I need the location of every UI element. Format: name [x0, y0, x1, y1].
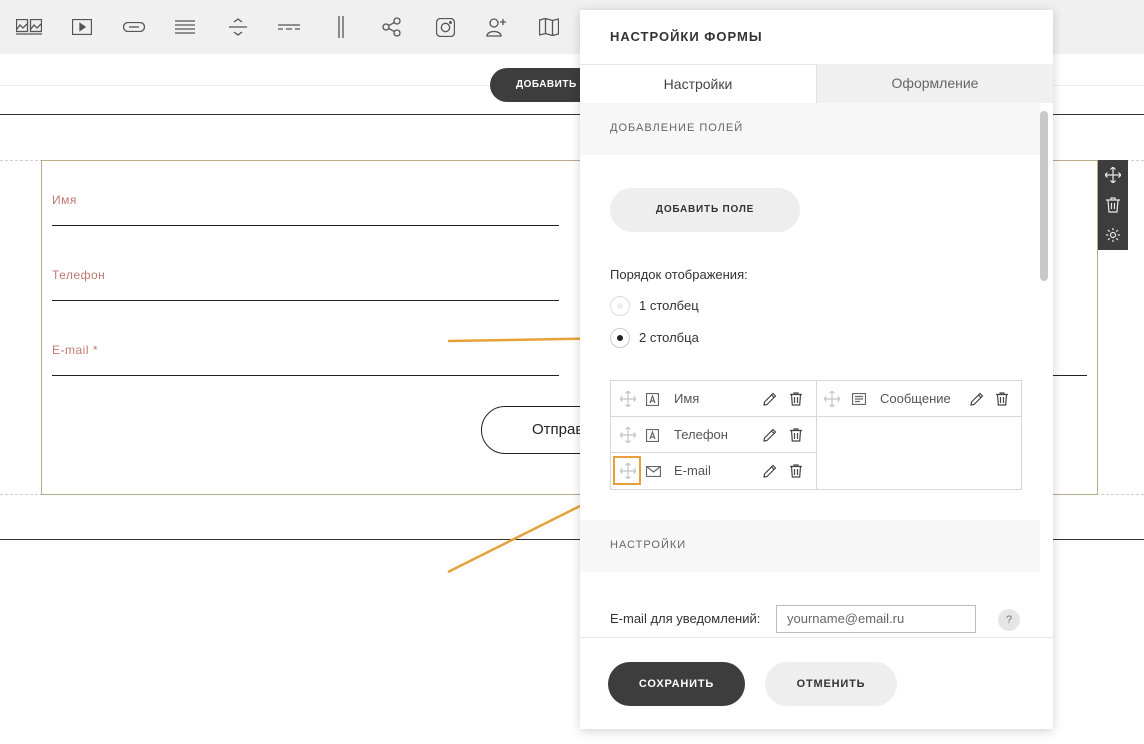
radio-two-columns[interactable] [610, 328, 630, 348]
radio-one-column-label[interactable]: 1 столбец [639, 298, 699, 313]
field-row[interactable]: E-mail [611, 453, 816, 489]
fields-section-header: ДОБАВЛЕНИЕ ПОЛЕЙ [580, 103, 1040, 155]
drag-handle-icon[interactable] [823, 390, 841, 408]
instagram-icon[interactable] [432, 15, 458, 39]
fields-section-title: ДОБАВЛЕНИЕ ПОЛЕЙ [610, 122, 744, 134]
pencil-icon[interactable] [762, 427, 778, 443]
notify-email-input[interactable]: yourname@email.ru [776, 605, 976, 633]
field-name: E-mail [674, 463, 711, 478]
form-settings-panel: НАСТРОЙКИ ФОРМЫ Настройки Оформление ДОБ… [580, 10, 1053, 729]
button-icon[interactable] [121, 15, 147, 39]
text-field-icon [645, 428, 659, 442]
panel-scrollbar[interactable] [1040, 111, 1048, 281]
columns-icon[interactable] [328, 15, 354, 39]
pencil-icon[interactable] [969, 391, 985, 407]
form-field-name-input[interactable] [52, 225, 559, 226]
field-row[interactable]: Имя [611, 381, 816, 417]
panel-scroll-area[interactable]: ДОБАВЛЕНИЕ ПОЛЕЙ ДОБАВИТЬ ПОЛЕ Порядок о… [580, 103, 1053, 637]
form-field-message-line [1053, 375, 1087, 376]
envelope-icon [645, 464, 661, 478]
notify-email-label: E-mail для уведомлений: [610, 611, 761, 626]
drag-handle-icon[interactable] [619, 426, 637, 444]
video-icon[interactable] [69, 15, 95, 39]
trash-icon[interactable] [788, 427, 804, 443]
form-field-phone-input[interactable] [52, 300, 559, 301]
divider-icon[interactable] [225, 15, 251, 39]
display-order-label: Порядок отображения: [610, 267, 748, 282]
form-field-label-phone: Телефон [52, 268, 106, 282]
cancel-button[interactable]: ОТМЕНИТЬ [765, 662, 897, 706]
add-user-icon[interactable] [484, 15, 510, 39]
field-order-grid: Имя Телефон E-mail Сообщение [610, 380, 1022, 490]
share-icon[interactable] [379, 15, 405, 39]
line-icon[interactable] [276, 15, 302, 39]
move-icon[interactable] [1104, 166, 1122, 184]
save-button[interactable]: СОХРАНИТЬ [608, 662, 745, 706]
trash-icon[interactable] [1104, 196, 1122, 214]
settings-section-title: НАСТРОЙКИ [610, 539, 687, 551]
trash-icon[interactable] [788, 463, 804, 479]
add-field-button[interactable]: ДОБАВИТЬ ПОЛЕ [610, 188, 800, 232]
panel-footer: СОХРАНИТЬ ОТМЕНИТЬ [580, 637, 1053, 729]
gear-icon[interactable] [1104, 226, 1122, 244]
panel-title: НАСТРОЙКИ ФОРМЫ [610, 29, 763, 44]
trash-icon[interactable] [788, 391, 804, 407]
form-field-email-input[interactable] [52, 375, 559, 376]
text-field-icon [645, 392, 659, 406]
help-icon[interactable]: ? [998, 609, 1020, 631]
field-name: Телефон [674, 427, 728, 442]
trash-icon[interactable] [994, 391, 1010, 407]
textarea-icon [851, 392, 867, 406]
tab-design[interactable]: Оформление [816, 64, 1053, 103]
pencil-icon[interactable] [762, 463, 778, 479]
form-field-label-name: Имя [52, 193, 77, 207]
text-block-icon[interactable] [172, 15, 198, 39]
gallery-icon[interactable] [16, 15, 42, 39]
field-row[interactable]: Сообщение [817, 381, 1021, 417]
settings-section-header: НАСТРОЙКИ [580, 520, 1040, 572]
radio-one-column[interactable] [610, 296, 630, 316]
drag-handle-icon[interactable] [619, 390, 637, 408]
field-row[interactable]: Телефон [611, 417, 816, 453]
field-name: Сообщение [880, 391, 951, 406]
pencil-icon[interactable] [762, 391, 778, 407]
block-tools [1098, 160, 1128, 250]
tab-settings[interactable]: Настройки [580, 64, 816, 103]
form-field-label-email: E-mail * [52, 343, 99, 357]
radio-two-columns-label[interactable]: 2 столбца [639, 330, 699, 345]
drag-handle-icon[interactable] [619, 462, 637, 480]
field-name: Имя [674, 391, 700, 406]
map-icon[interactable] [536, 15, 562, 39]
